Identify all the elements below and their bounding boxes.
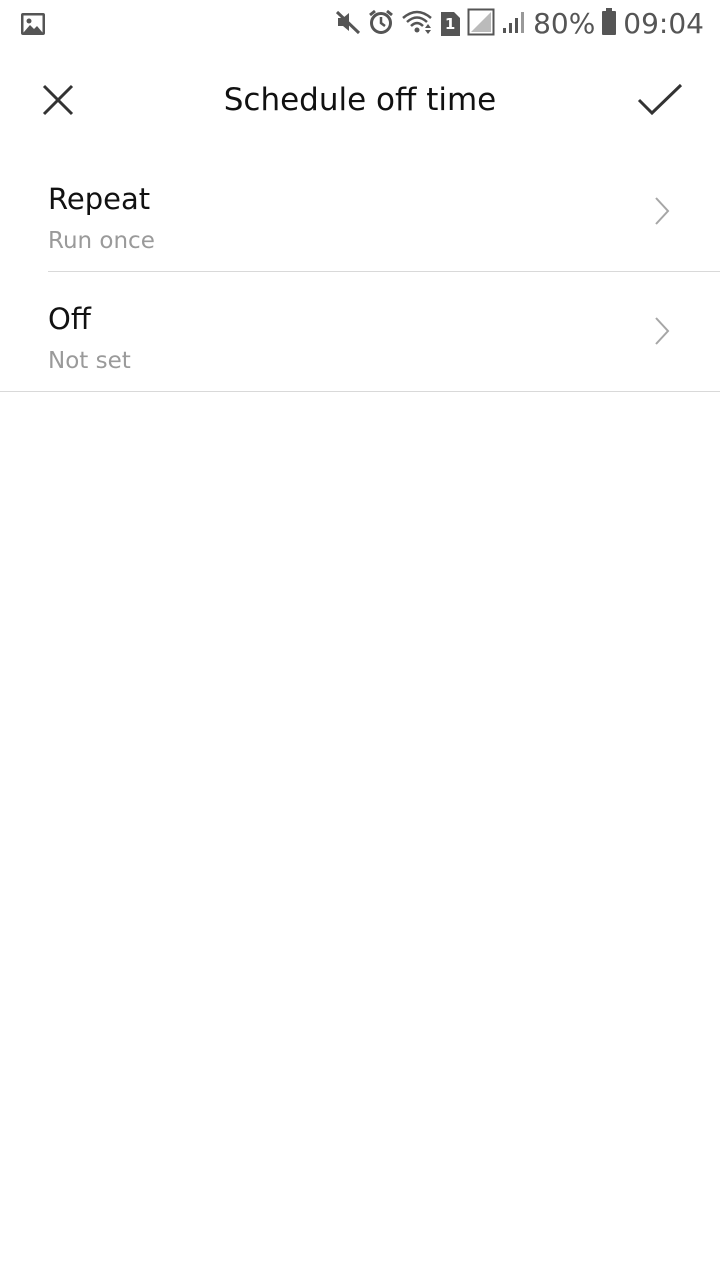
divider [0, 391, 720, 392]
gallery-icon [20, 12, 46, 40]
status-bar: 1 80% 09:04 [0, 0, 720, 48]
sim-badge: 1 [444, 15, 456, 33]
off-time-setting-item[interactable]: Off Not set [0, 272, 720, 392]
page-title: Schedule off time [223, 82, 497, 118]
signal-icon [501, 9, 527, 39]
repeat-value: Run once [48, 228, 155, 254]
no-signal-icon [467, 8, 495, 40]
battery-percent: 80% [533, 7, 596, 40]
check-icon [637, 83, 683, 116]
settings-list: Repeat Run once Off Not set [0, 152, 720, 392]
chevron-right-icon [655, 197, 670, 225]
wifi-icon [401, 8, 433, 40]
repeat-setting-item[interactable]: Repeat Run once [0, 152, 720, 272]
off-time-value: Not set [48, 348, 131, 374]
sim-icon: 1 [439, 11, 461, 37]
status-left [14, 12, 46, 40]
mute-icon [335, 9, 361, 39]
close-button[interactable] [26, 68, 90, 132]
off-time-title: Off [48, 302, 91, 336]
repeat-title: Repeat [48, 182, 151, 216]
chevron-right-icon [655, 317, 670, 345]
done-button[interactable] [624, 68, 696, 132]
schedule-off-time-screen: 1 80% 09:04 Schedule off time Repeat Run… [0, 0, 720, 1280]
close-icon [42, 84, 74, 116]
clock: 09:04 [623, 7, 704, 40]
alarm-icon [367, 8, 395, 40]
status-right: 1 80% 09:04 [329, 6, 704, 42]
app-bar: Schedule off time [0, 48, 720, 152]
battery-icon [601, 8, 617, 40]
